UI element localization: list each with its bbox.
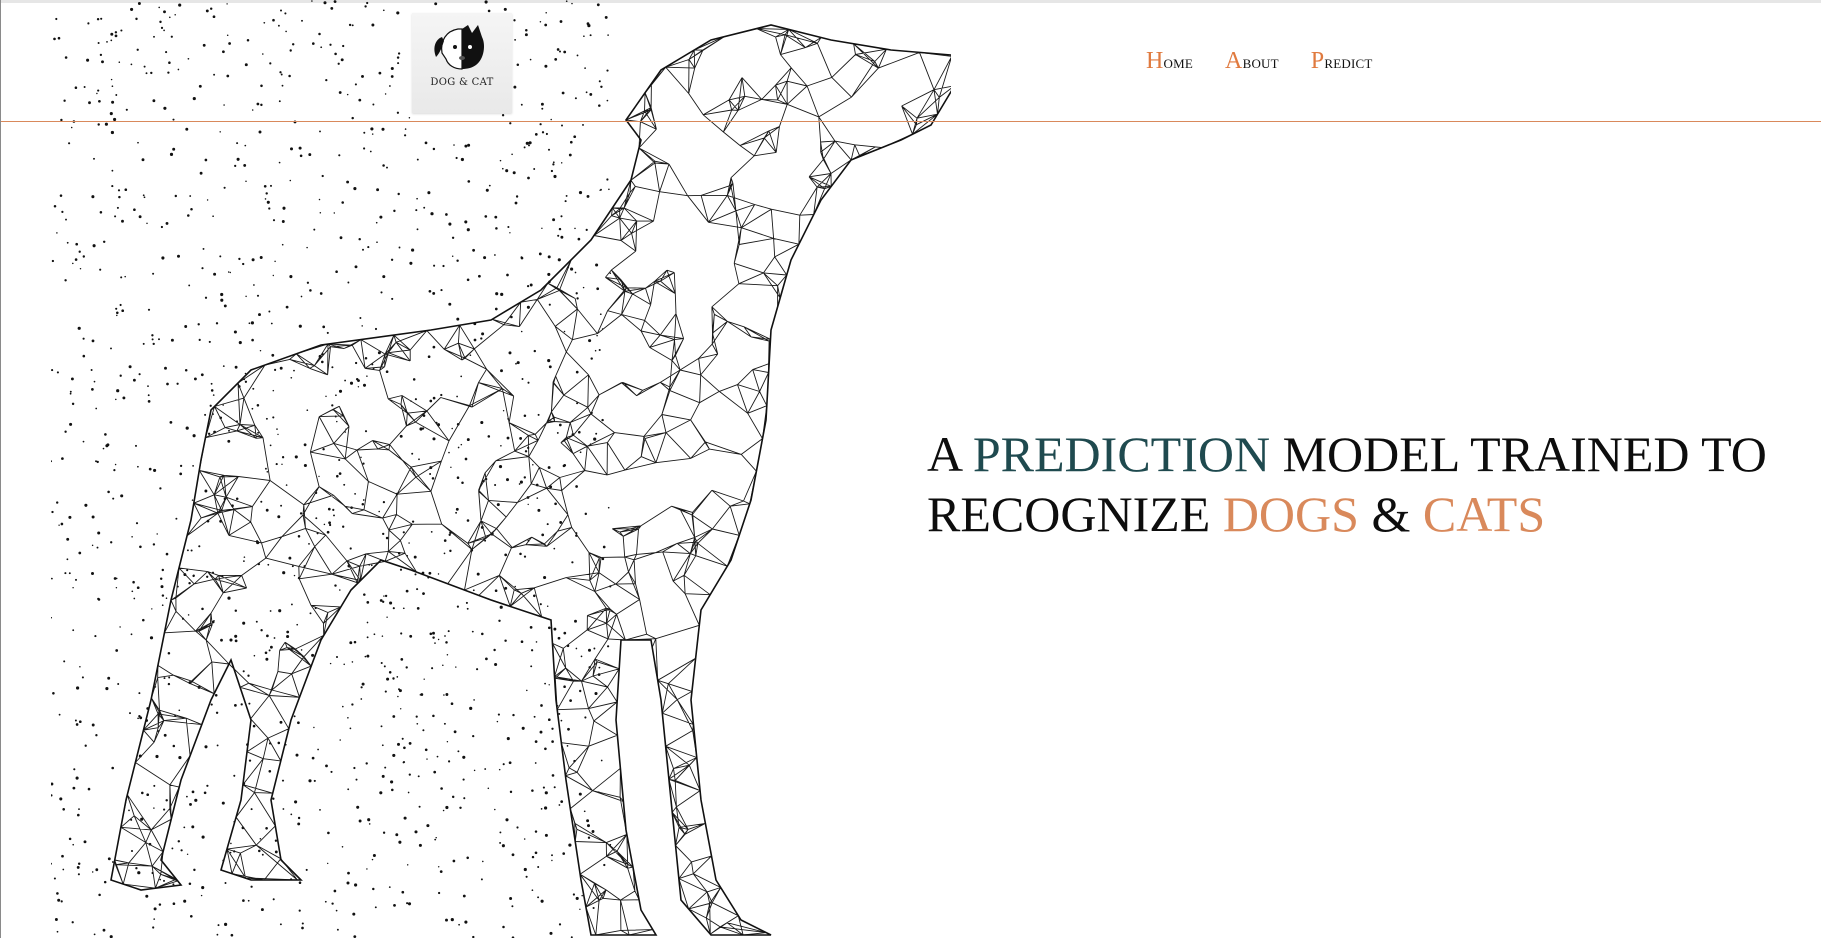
dog-cat-icon: [434, 25, 484, 70]
nav-home[interactable]: Home: [1146, 48, 1193, 75]
headline-word-dogs: DOGS: [1222, 486, 1359, 542]
headline-word-prediction: PREDICTION: [972, 426, 1271, 482]
headline-ampersand: &: [1371, 486, 1411, 542]
nav-home-initial: H: [1146, 48, 1164, 74]
logo[interactable]: DOG & CAT: [412, 13, 512, 113]
headline-word-a: A: [927, 426, 961, 482]
main-nav: Home About Predict: [1146, 48, 1373, 75]
hero-headline: A PREDICTION MODEL TRAINED TO RECOGNIZE …: [927, 424, 1807, 544]
nav-predict-initial: P: [1310, 48, 1325, 74]
header-divider: [1, 121, 1821, 122]
nav-predict[interactable]: Predict: [1311, 48, 1373, 75]
headline-phrase-model: MODEL TRAINED TO: [1282, 426, 1767, 482]
nav-about-label: bout: [1242, 52, 1279, 72]
headline-word-cats: CATS: [1422, 486, 1546, 542]
nav-about[interactable]: About: [1225, 48, 1279, 75]
page: DOG & CAT Home About Predict A PREDICTIO…: [0, 0, 1821, 938]
nav-home-label: ome: [1163, 52, 1194, 72]
nav-about-initial: A: [1225, 48, 1243, 74]
nav-predict-label: redict: [1324, 52, 1373, 72]
wireframe-dog-illustration: [51, 0, 951, 938]
logo-text: DOG & CAT: [430, 77, 494, 88]
headline-word-recognize: RECOGNIZE: [927, 486, 1211, 542]
